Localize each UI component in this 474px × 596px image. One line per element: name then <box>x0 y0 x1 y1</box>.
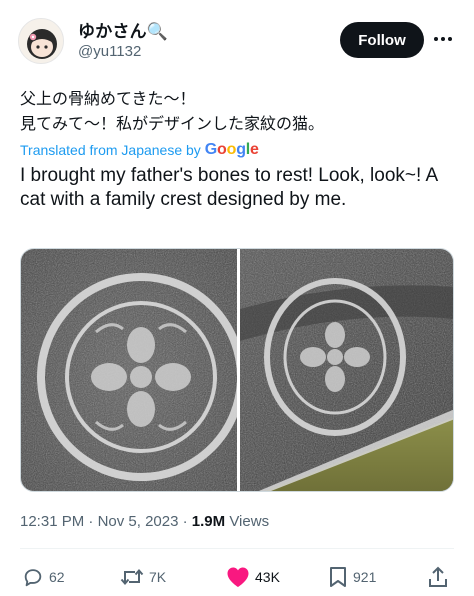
post-time: 12:31 PM <box>20 513 85 530</box>
action-bar: 62 7K 43K 921 <box>0 560 474 594</box>
views-label: Views <box>229 513 270 530</box>
post-original-line-2: 見てみて〜！私がデザインした家紋の猫。 <box>20 114 325 133</box>
user-handle[interactable]: @yu1132 <box>78 43 141 60</box>
repost-icon <box>120 568 144 586</box>
follow-button[interactable]: Follow <box>340 22 424 58</box>
reply-count: 62 <box>49 569 65 585</box>
photo-left[interactable] <box>21 249 237 492</box>
share-button[interactable] <box>428 566 448 588</box>
views-count: 1.9M <box>191 513 226 530</box>
post-media[interactable] <box>20 248 454 492</box>
reply-button[interactable]: 62 <box>22 566 65 588</box>
reply-icon <box>24 569 42 587</box>
post-date: Nov 5, 2023 <box>97 513 179 530</box>
display-name[interactable]: ゆかさん🔍 <box>78 17 168 42</box>
google-logo: Google <box>204 141 259 158</box>
timestamp-separator: · <box>88 513 98 530</box>
repost-button[interactable]: 7K <box>120 566 166 588</box>
post-header: ゆかさん🔍 @yu1132 Follow <box>0 0 474 76</box>
share-icon <box>429 566 447 587</box>
like-count: 43K <box>255 569 280 585</box>
avatar[interactable] <box>18 18 64 64</box>
timestamp-separator: · <box>182 513 192 530</box>
more-options-icon[interactable] <box>430 26 456 52</box>
post-timestamp[interactable]: 12:31 PM · Nov 5, 2023 · 1.9M Views <box>20 513 269 530</box>
bookmark-count: 921 <box>353 569 377 585</box>
like-button[interactable]: 43K <box>226 566 280 588</box>
post-original-text: 父上の骨納めてきた〜！ 見てみて〜！私がデザインした家紋の猫。 <box>20 86 460 136</box>
bookmark-button[interactable]: 921 <box>328 566 376 588</box>
bookmark-icon <box>330 567 346 587</box>
heart-icon <box>227 567 249 587</box>
post-translated-text: I brought my father's bones to rest! Loo… <box>20 165 438 210</box>
translation-prefix: Translated from Japanese by <box>20 142 201 158</box>
photo-right[interactable] <box>240 249 454 492</box>
post-original-line-1: 父上の骨納めてきた〜！ <box>20 89 196 108</box>
divider <box>20 548 454 549</box>
repost-count: 7K <box>149 569 167 585</box>
translation-attribution[interactable]: Translated from Japanese by Google <box>20 141 259 159</box>
